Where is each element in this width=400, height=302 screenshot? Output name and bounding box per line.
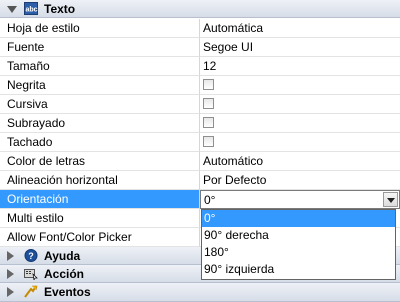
property-value bbox=[200, 133, 400, 152]
property-row-orientacion[interactable]: Orientación 0° bbox=[0, 190, 400, 209]
property-name: Tamaño bbox=[0, 57, 200, 76]
property-row-color-de-letras[interactable]: Color de letras Automático bbox=[0, 152, 400, 171]
property-name: Negrita bbox=[0, 76, 200, 95]
property-name: Allow Font/Color Picker bbox=[0, 228, 200, 247]
property-row-negrita[interactable]: Negrita bbox=[0, 76, 400, 95]
section-title: Eventos bbox=[44, 285, 91, 299]
events-icon bbox=[24, 285, 38, 298]
dropdown-option[interactable]: 180° bbox=[202, 244, 395, 261]
property-value[interactable]: Automático bbox=[200, 152, 400, 171]
property-row-alineacion-horizontal[interactable]: Alineación horizontal Por Defecto bbox=[0, 171, 400, 190]
section-header-texto[interactable]: abc Texto bbox=[0, 0, 400, 18]
property-name: Hoja de estilo bbox=[0, 19, 200, 38]
property-name: Fuente bbox=[0, 38, 200, 57]
orientation-combobox[interactable]: 0° bbox=[200, 190, 400, 209]
dropdown-option[interactable]: 0° bbox=[202, 210, 395, 227]
expand-arrow-icon[interactable] bbox=[7, 269, 14, 279]
property-name: Cursiva bbox=[0, 95, 200, 114]
section-header-eventos[interactable]: Eventos bbox=[0, 283, 400, 302]
expand-arrow-icon[interactable] bbox=[7, 251, 14, 261]
chevron-down-icon bbox=[387, 198, 395, 203]
action-icon bbox=[24, 269, 38, 280]
dropdown-button[interactable] bbox=[383, 192, 398, 207]
property-value bbox=[200, 114, 400, 133]
property-row-tachado[interactable]: Tachado bbox=[0, 133, 400, 152]
subrayado-checkbox[interactable] bbox=[203, 117, 214, 128]
svg-text:abc: abc bbox=[26, 7, 38, 14]
section-title: Texto bbox=[44, 2, 76, 16]
section-title: Ayuda bbox=[44, 249, 81, 263]
combobox-value: 0° bbox=[204, 193, 216, 207]
tachado-checkbox[interactable] bbox=[203, 136, 214, 147]
property-name: Orientación bbox=[0, 190, 200, 209]
property-value[interactable]: Segoe UI bbox=[200, 38, 400, 57]
property-row-hoja-de-estilo[interactable]: Hoja de estilo Automática bbox=[0, 19, 400, 38]
property-row-fuente[interactable]: Fuente Segoe UI bbox=[0, 38, 400, 57]
property-name: Subrayado bbox=[0, 114, 200, 133]
negrita-checkbox[interactable] bbox=[203, 79, 214, 90]
property-name: Alineación horizontal bbox=[0, 171, 200, 190]
property-name: Multi estilo bbox=[0, 209, 200, 228]
dropdown-option[interactable]: 90° izquierda bbox=[202, 261, 395, 278]
dropdown-option[interactable]: 90° derecha bbox=[202, 227, 395, 244]
property-row-subrayado[interactable]: Subrayado bbox=[0, 114, 400, 133]
text-abc-icon: abc bbox=[24, 2, 38, 15]
cursiva-checkbox[interactable] bbox=[203, 98, 214, 109]
property-grid: abc Texto Hoja de estilo Automática Fuen… bbox=[0, 0, 400, 302]
help-icon: ? bbox=[24, 249, 38, 262]
property-value[interactable]: Por Defecto bbox=[200, 171, 400, 190]
property-value bbox=[200, 95, 400, 114]
property-row-tamano[interactable]: Tamaño 12 bbox=[0, 57, 400, 76]
collapse-arrow-icon[interactable] bbox=[7, 6, 17, 13]
property-value[interactable]: 12 bbox=[200, 57, 400, 76]
expand-arrow-icon[interactable] bbox=[7, 287, 14, 297]
property-row-cursiva[interactable]: Cursiva bbox=[0, 95, 400, 114]
property-name: Tachado bbox=[0, 133, 200, 152]
svg-text:?: ? bbox=[28, 251, 34, 261]
orientation-dropdown-list[interactable]: 0° 90° derecha 180° 90° izquierda bbox=[201, 209, 396, 280]
property-name: Color de letras bbox=[0, 152, 200, 171]
property-value bbox=[200, 76, 400, 95]
property-value[interactable]: Automática bbox=[200, 19, 400, 38]
section-title: Acción bbox=[44, 267, 85, 281]
